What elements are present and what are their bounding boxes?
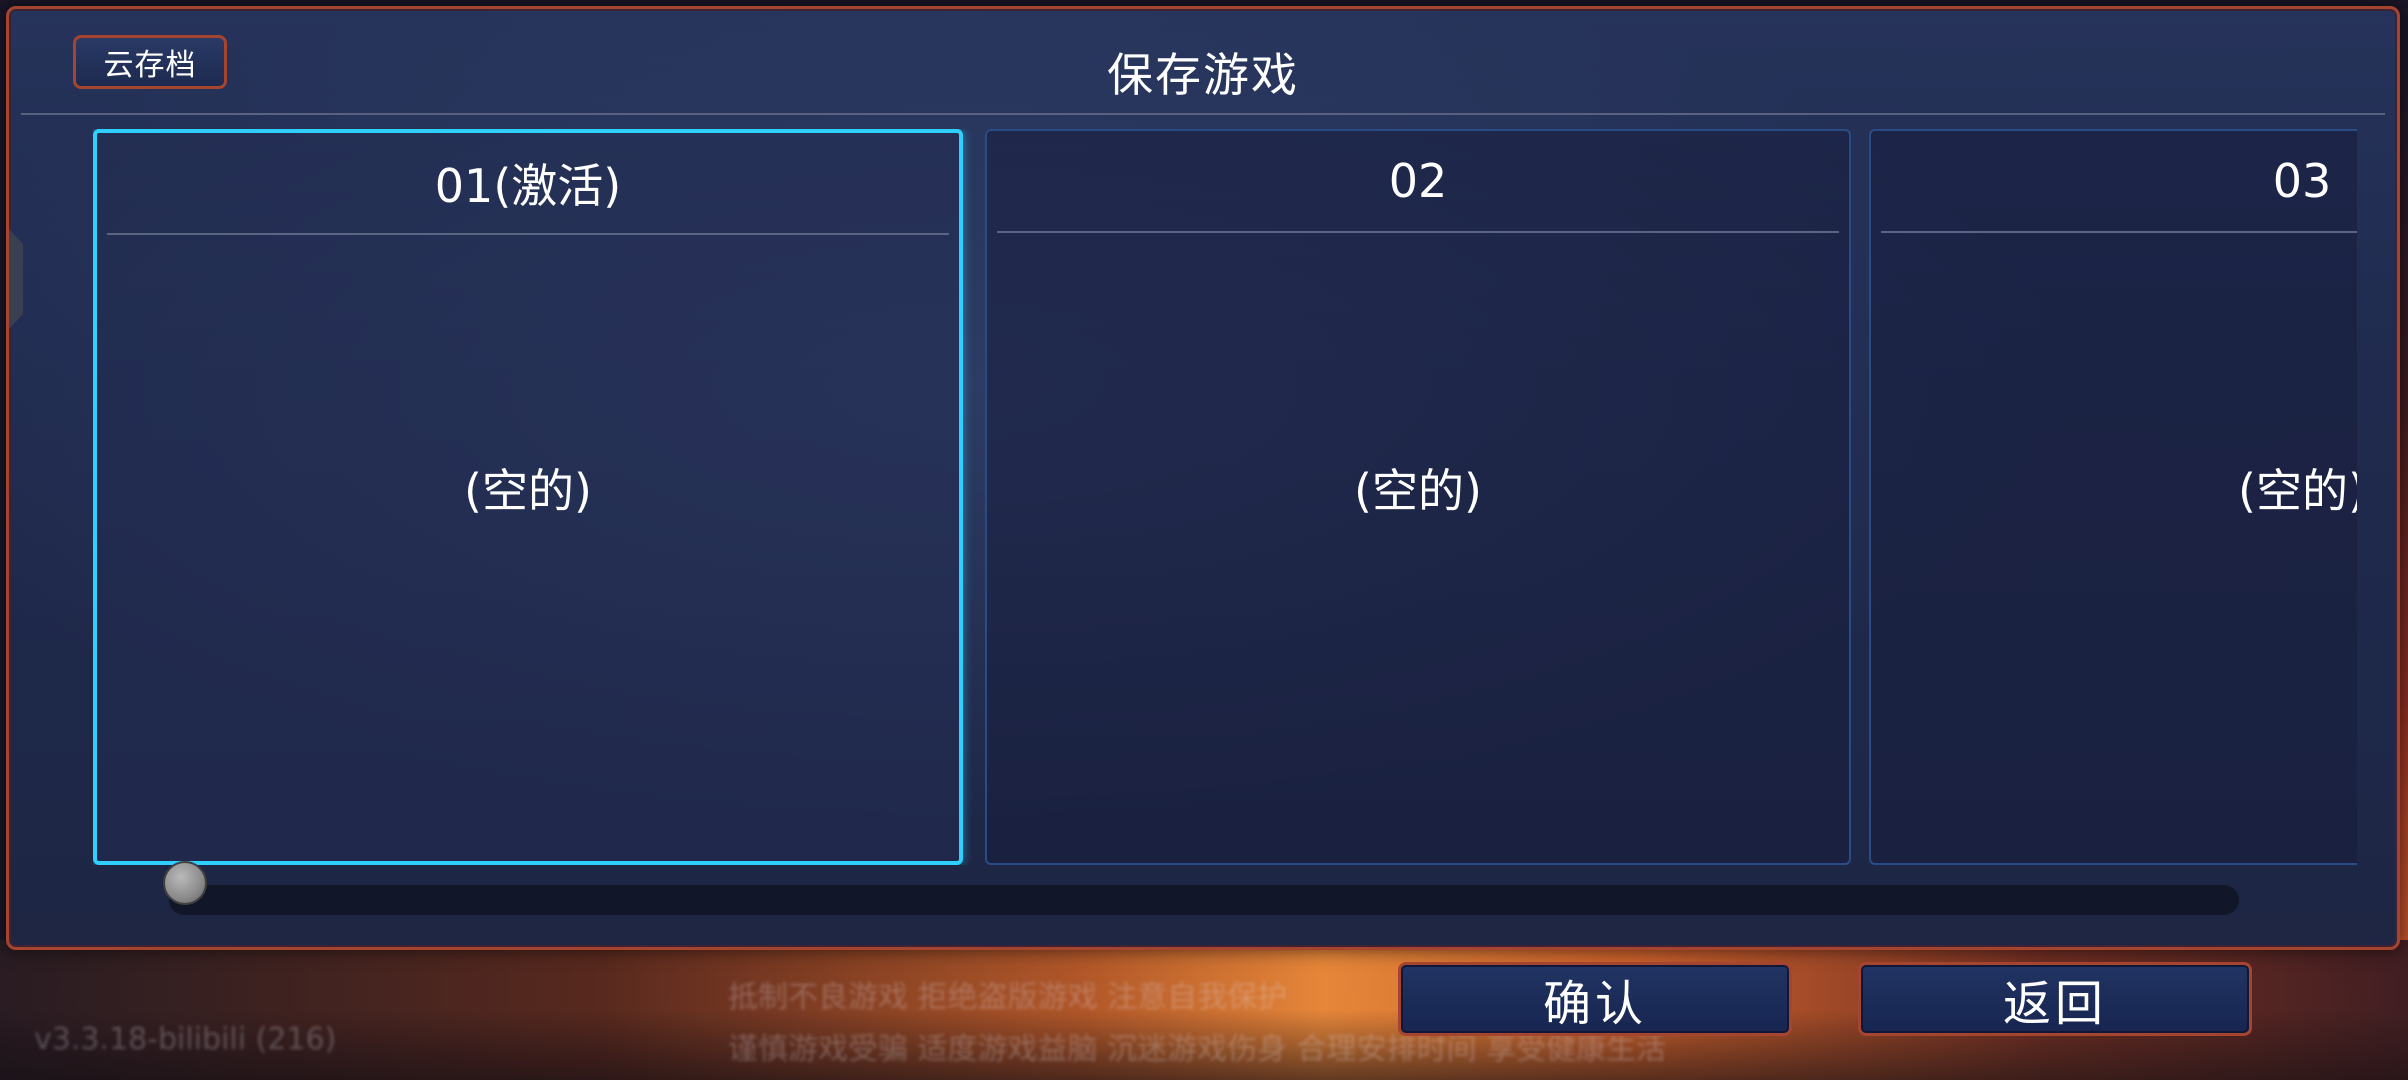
scrollbar-thumb[interactable] [163,861,207,905]
slot-header: 02 [1388,154,1448,208]
title-divider [21,113,2385,115]
slot-content: (空的) [464,464,592,518]
horizontal-scrollbar[interactable] [169,885,2239,915]
slot-content: (空的) [1354,464,1482,518]
slot-content: (空的) [2238,464,2357,518]
side-notch [9,229,23,329]
slot-header: 01(激活) [434,159,622,213]
back-button[interactable]: 返回 [1858,962,2252,1036]
save-game-dialog: 云存档 保存游戏 01(激活) (空的) 02 (空的) 03 (空的) [6,6,2400,950]
slot-header: 03 [2272,154,2332,208]
health-notice-line-1: 抵制不良游戏 拒绝盗版游戏 注意自我保护 [728,980,1288,1015]
version-label: v3.3.18-bilibili (216) [34,1022,337,1057]
confirm-button[interactable]: 确认 [1398,962,1792,1036]
save-slot-03[interactable]: 03 (空的) [1869,129,2357,865]
save-slots-list[interactable]: 01(激活) (空的) 02 (空的) 03 (空的) [93,129,2357,865]
save-slot-02[interactable]: 02 (空的) [985,129,1851,865]
dialog-title: 保存游戏 [1107,48,1299,102]
save-slot-01[interactable]: 01(激活) (空的) [93,129,963,865]
